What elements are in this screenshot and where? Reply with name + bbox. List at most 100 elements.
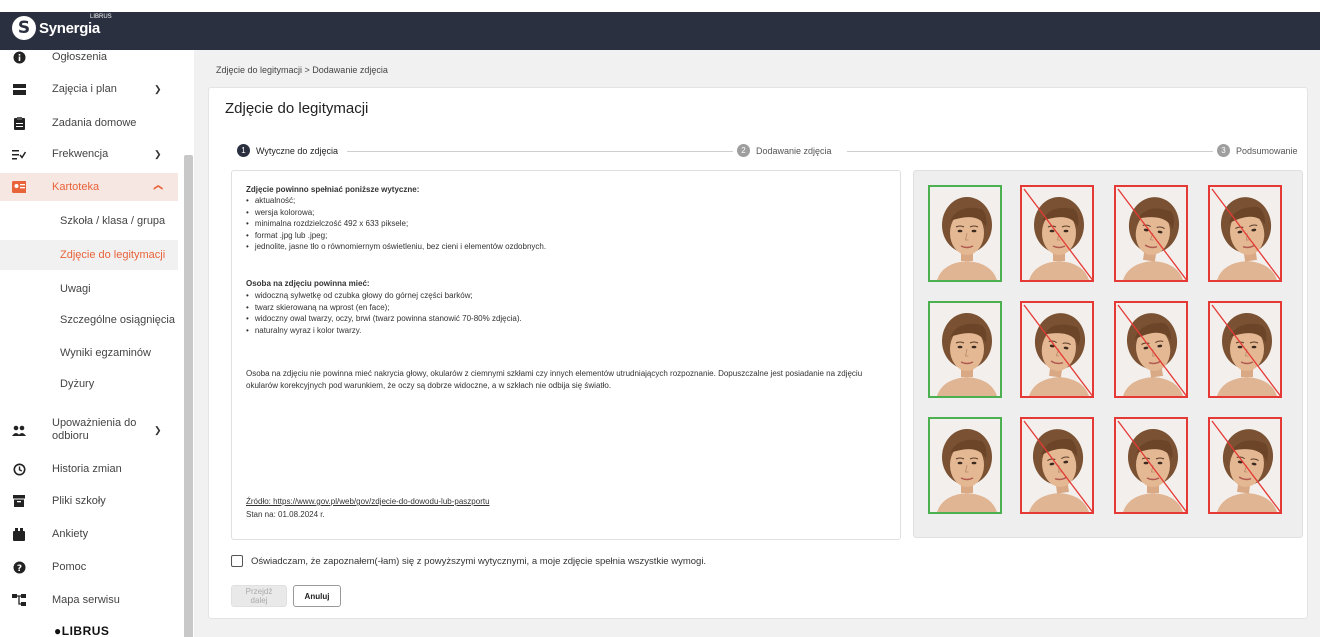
sidebar-item-label: Frekwencja xyxy=(52,148,109,160)
schedule-icon xyxy=(12,82,26,96)
help-icon: ? xyxy=(12,560,26,574)
logo-mark-icon: S xyxy=(12,16,36,40)
example-photos-panel xyxy=(913,170,1303,538)
step-number: 1 xyxy=(237,144,250,157)
sidebar-subitem-label: Dyżury xyxy=(60,378,95,390)
sidebar-item-surveys[interactable]: Ankiety xyxy=(0,523,178,545)
example-photo-incorrect xyxy=(1020,301,1094,398)
step-label: Wytyczne do zdjęcia xyxy=(256,145,338,156)
cancel-button[interactable]: Anuluj xyxy=(293,585,341,607)
sidebar: Ogłoszenia Zajęcia i plan ❯ Zadania domo… xyxy=(0,50,194,637)
next-button[interactable]: Przejdź dalej xyxy=(231,585,287,607)
sidebar-subitem-label: Szkoła / klasa / grupa xyxy=(60,215,166,227)
list-item: jednolite, jasne tło o równomiernym oświ… xyxy=(246,241,546,253)
sidebar-subitem-label: Wyniki egzaminów xyxy=(60,347,151,359)
step-guidelines: 1 Wytyczne do zdjęcia xyxy=(237,144,338,157)
svg-text:?: ? xyxy=(16,564,21,574)
example-photo-correct xyxy=(928,185,1002,282)
clipboard-icon xyxy=(12,116,26,130)
sidebar-subitem-achievements[interactable]: Szczególne osiągnięcia xyxy=(0,309,178,331)
sidebar-item-label: Zajęcia i plan xyxy=(52,83,117,95)
sidebar-subitem-duties[interactable]: Dyżury xyxy=(0,373,178,395)
guidelines-date: Stan na: 01.08.2024 r. xyxy=(246,510,325,519)
sidebar-item-label-line2: odbioru xyxy=(52,430,89,442)
example-photo-incorrect xyxy=(1020,185,1094,282)
sidebar-item-records[interactable]: Kartoteka ❯ xyxy=(0,173,178,201)
guidelines-panel: Zdjęcie powinno spełniać poniższe wytycz… xyxy=(231,170,901,540)
sidebar-item-change-history[interactable]: Historia zmian xyxy=(0,458,178,480)
logo-superscript: LIBRUS xyxy=(90,14,112,20)
history-icon xyxy=(12,462,26,476)
step-label: Dodawanie zdjęcia xyxy=(756,145,832,156)
info-icon xyxy=(12,50,26,64)
breadcrumb[interactable]: Zdjęcie do legitymacji > Dodawanie zdjęc… xyxy=(216,65,388,75)
sidebar-item-label: Zadania domowe xyxy=(52,117,137,129)
consent-checkbox[interactable] xyxy=(231,555,243,567)
guidelines-list-photo: aktualność; wersja kolorowa; minimalna r… xyxy=(246,195,546,253)
source-link[interactable]: Źródło: https://www.gov.pl/web/gov/zdjec… xyxy=(246,497,490,506)
logo-text: Synergia xyxy=(39,19,100,37)
list-item: widoczną sylwetkę od czubka głowy do gór… xyxy=(246,290,522,302)
archive-icon xyxy=(12,494,26,508)
sidebar-item-schedule[interactable]: Zajęcia i plan ❯ xyxy=(0,78,178,100)
list-item: widoczny owal twarzy, oczy, brwi (twarz … xyxy=(246,313,522,325)
example-photo-incorrect xyxy=(1208,417,1282,514)
sidebar-item-announcements[interactable]: Ogłoszenia xyxy=(0,50,178,66)
step-number: 3 xyxy=(1217,144,1230,157)
content-card: Zdjęcie do legitymacji 1 Wytyczne do zdj… xyxy=(208,87,1308,619)
poll-icon xyxy=(12,527,26,541)
attendance-icon xyxy=(12,147,26,161)
sidebar-item-label: Historia zmian xyxy=(52,463,122,475)
example-photo-incorrect xyxy=(1208,301,1282,398)
sitemap-icon xyxy=(12,593,26,607)
synergia-logo[interactable]: S Synergia xyxy=(12,16,100,40)
sidebar-item-label: Ogłoszenia xyxy=(52,51,108,63)
list-item: minimalna rozdzielczość 492 x 633 piksel… xyxy=(246,218,546,230)
chevron-down-icon: ❯ xyxy=(154,83,162,94)
stepper-line xyxy=(347,151,747,152)
sidebar-scrollbar[interactable] xyxy=(184,155,193,637)
sidebar-item-label: Pliki szkoły xyxy=(52,495,106,507)
stepper-line xyxy=(847,151,1227,152)
example-photo-incorrect xyxy=(1208,185,1282,282)
sidebar-item-label: Mapa serwisu xyxy=(52,594,120,606)
example-photo-incorrect xyxy=(1114,301,1188,398)
sidebar-subitem-exam-results[interactable]: Wyniki egzaminów xyxy=(0,342,178,364)
sidebar-item-label-line1: Upoważnienia do xyxy=(52,417,137,429)
example-photo-incorrect xyxy=(1020,417,1094,514)
step-summary: 3 Podsumowanie xyxy=(1213,144,1298,157)
sidebar-item-attendance[interactable]: Frekwencja ❯ xyxy=(0,143,178,165)
list-item: twarz skierowaną na wprost (en face); xyxy=(246,302,522,314)
sidebar-subitem-id-photo[interactable]: Zdjęcie do legitymacji xyxy=(0,240,178,270)
example-photo-incorrect xyxy=(1114,417,1188,514)
main-content: Zdjęcie do legitymacji > Dodawanie zdjęc… xyxy=(194,50,1320,637)
consent-label[interactable]: Oświadczam, że zapoznałem(-łam) się z po… xyxy=(251,556,706,567)
chevron-down-icon: ❯ xyxy=(154,148,162,159)
sidebar-subitem-school-class[interactable]: Szkoła / klasa / grupa xyxy=(0,210,178,232)
id-card-icon xyxy=(12,180,26,194)
sidebar-item-school-files[interactable]: Pliki szkoły xyxy=(0,490,178,512)
example-photo-incorrect xyxy=(1114,185,1188,282)
chevron-down-icon: ❯ xyxy=(154,424,162,435)
sidebar-item-sitemap[interactable]: Mapa serwisu xyxy=(0,589,178,611)
guidelines-heading-person: Osoba na zdjęciu powinna mieć: xyxy=(246,279,370,288)
guidelines-heading-photo: Zdjęcie powinno spełniać poniższe wytycz… xyxy=(246,185,420,194)
step-number: 2 xyxy=(737,144,750,157)
sidebar-item-label: Kartoteka xyxy=(52,181,100,193)
list-item: naturalny wyraz i kolor twarzy. xyxy=(246,325,522,337)
people-icon xyxy=(12,423,26,437)
sidebar-item-help[interactable]: ? Pomoc xyxy=(0,556,178,578)
consent-row[interactable]: Oświadczam, że zapoznałem(-łam) się z po… xyxy=(231,555,706,567)
guidelines-paragraph: Osoba na zdjęciu nie powinna mieć nakryc… xyxy=(246,369,863,390)
sidebar-item-homework[interactable]: Zadania domowe xyxy=(0,112,178,134)
sidebar-subitem-remarks[interactable]: Uwagi xyxy=(0,278,178,300)
list-item: aktualność; xyxy=(246,195,546,207)
example-photo-correct xyxy=(928,417,1002,514)
sidebar-item-pickup-authorizations[interactable]: Upoważnienia do odbioru ❯ xyxy=(0,413,178,447)
list-item: wersja kolorowa; xyxy=(246,207,546,219)
guidelines-list-person: widoczną sylwetkę od czubka głowy do gór… xyxy=(246,290,522,336)
list-item: format .jpg lub .jpeg; xyxy=(246,230,546,242)
example-photo-correct xyxy=(928,301,1002,398)
stepper: 1 Wytyczne do zdjęcia 2 Dodawanie zdjęci… xyxy=(237,144,1301,158)
top-bar: S Synergia LIBRUS xyxy=(0,0,1320,50)
